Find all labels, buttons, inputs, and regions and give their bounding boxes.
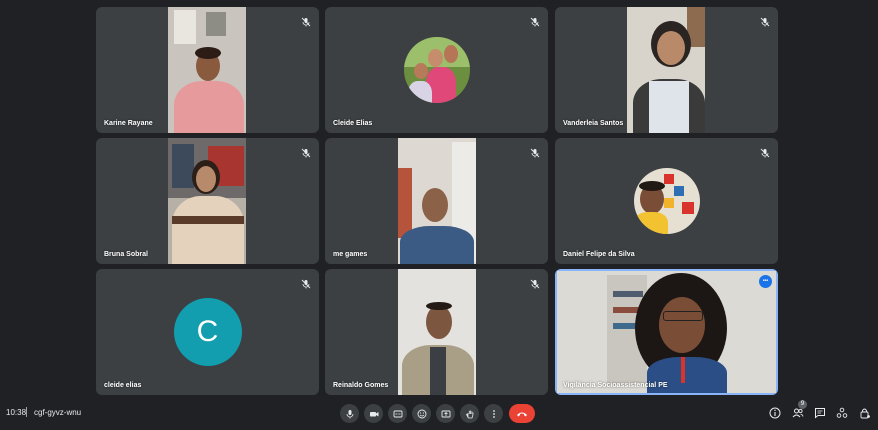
chat-icon	[815, 408, 825, 419]
participant-name: Vigilância Socioassistencial PE	[563, 382, 668, 389]
participant-name: me games	[333, 251, 368, 258]
separator	[26, 407, 27, 417]
participant-video	[168, 7, 246, 133]
more-vert-icon	[492, 409, 495, 418]
participant-name: Vanderleia Santos	[563, 120, 624, 127]
participant-name: Bruna Sobral	[104, 251, 148, 258]
participant-tile-active[interactable]: ••• Vigilância Socioassistencial PE	[555, 269, 778, 395]
mic-off-icon	[530, 276, 540, 289]
participant-avatar	[403, 37, 470, 103]
present-icon	[441, 410, 450, 417]
participant-video	[398, 269, 476, 395]
participant-name: Cleide Elias	[333, 120, 373, 127]
participant-tile[interactable]: Cleide Elias	[325, 7, 548, 133]
reactions-button[interactable]	[412, 404, 431, 423]
participant-grid: Karine Rayane Cleide Elias Vanderleia Sa…	[0, 0, 878, 400]
captions-button[interactable]	[388, 404, 407, 423]
participant-tile[interactable]: Bruna Sobral	[96, 138, 319, 264]
hang-up-icon	[517, 412, 527, 416]
participant-name: Reinaldo Gomes	[333, 382, 389, 389]
participant-avatar	[633, 168, 700, 234]
more-options-menu-button[interactable]	[484, 404, 503, 423]
more-options-button[interactable]: •••	[759, 275, 772, 288]
participant-video	[168, 138, 246, 264]
camera-button[interactable]	[364, 404, 383, 423]
camera-icon	[369, 411, 378, 416]
emoji-icon	[417, 409, 426, 418]
lock-person-icon	[860, 408, 870, 419]
mic-off-icon	[760, 14, 770, 27]
participant-tile[interactable]: Reinaldo Gomes	[325, 269, 548, 395]
mic-off-icon	[530, 14, 540, 27]
meeting-code: cgf-gyvz-wnu	[34, 408, 82, 417]
participant-tile[interactable]: Daniel Felipe da Silva	[555, 138, 778, 264]
host-controls-button[interactable]	[858, 406, 872, 420]
hand-icon	[465, 410, 473, 418]
mic-icon	[346, 409, 353, 418]
info-icon	[769, 407, 781, 419]
control-bar: 10:38 cgf-gyvz-wnu	[0, 400, 878, 430]
participant-video	[627, 7, 705, 133]
people-count-badge: 9	[798, 400, 807, 409]
mic-off-icon	[301, 145, 311, 158]
participant-tile[interactable]: Vanderleia Santos	[555, 7, 778, 133]
mic-off-icon	[301, 14, 311, 27]
raise-hand-button[interactable]	[460, 404, 479, 423]
participant-name: Daniel Felipe da Silva	[563, 251, 635, 258]
present-screen-button[interactable]	[436, 404, 455, 423]
mic-off-icon	[530, 145, 540, 158]
participant-name: Karine Rayane	[104, 120, 153, 127]
meeting-details-button[interactable]	[768, 406, 782, 420]
activities-button[interactable]	[835, 406, 849, 420]
meeting-time: 10:38	[6, 408, 27, 417]
participant-video	[398, 138, 476, 264]
chat-button[interactable]	[813, 406, 827, 420]
leave-call-button[interactable]	[509, 404, 535, 423]
participant-avatar-letter: C	[173, 298, 242, 366]
activities-icon	[836, 407, 848, 418]
participant-tile[interactable]: Karine Rayane	[96, 7, 319, 133]
participant-name: cleide elias	[104, 382, 142, 389]
participant-tile[interactable]: me games	[325, 138, 548, 264]
participant-tile[interactable]: C cleide elias	[96, 269, 319, 395]
captions-icon	[393, 410, 402, 417]
microphone-button[interactable]	[340, 404, 359, 423]
mic-off-icon	[301, 276, 311, 289]
mic-off-icon	[760, 145, 770, 158]
participant-video	[557, 271, 776, 393]
